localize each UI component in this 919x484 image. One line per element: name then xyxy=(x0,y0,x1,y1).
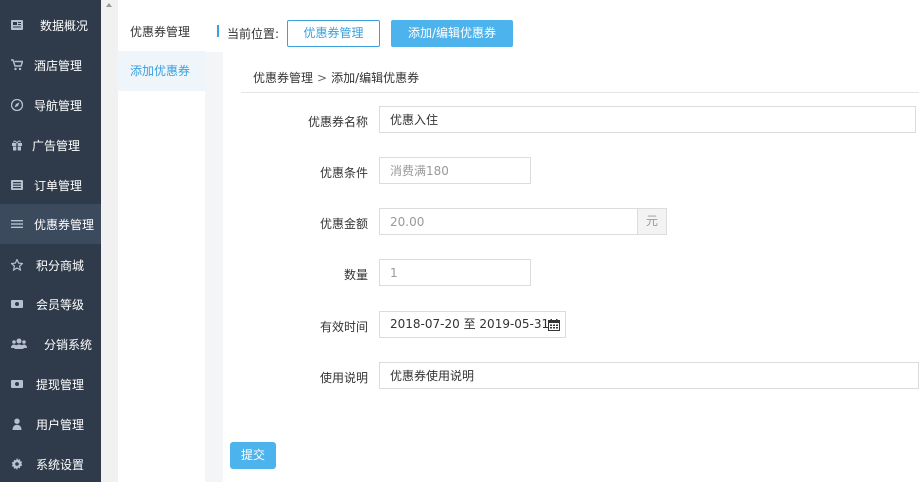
amount-label: 优惠金额 xyxy=(319,217,368,231)
sidebar-item-coupons[interactable]: 优惠券管理 xyxy=(0,204,101,244)
sidebar-item-label: 用户管理 xyxy=(36,417,85,432)
sidebar-item-label: 订单管理 xyxy=(34,178,83,193)
sidebar-item-label: 优惠券管理 xyxy=(34,217,95,232)
sidebar-item-label: 系统设置 xyxy=(36,457,85,472)
description-input[interactable] xyxy=(379,362,919,389)
sidebar-item-users[interactable]: 用户管理 xyxy=(0,404,101,444)
sidebar-item-points-mall[interactable]: 积分商城 xyxy=(0,245,101,285)
form-panel: 优惠券管理 >添加/编辑优惠券 优惠券名称 优惠条件 优惠金额 元 数量 有效时间… xyxy=(223,52,919,482)
sidebar-item-hotel[interactable]: 酒店管理 xyxy=(0,45,101,85)
quantity-label: 数量 xyxy=(343,268,368,282)
cart-icon xyxy=(10,58,24,72)
location-marker xyxy=(217,25,219,37)
sidebar-item-withdrawal[interactable]: 提现管理 xyxy=(0,364,101,404)
valid-time-label: 有效时间 xyxy=(319,320,368,334)
valid-time-end: 2019-05-31 xyxy=(479,317,550,331)
breadcrumb-separator: > xyxy=(317,71,328,85)
sidebar-item-distribution[interactable]: 分销系统 xyxy=(0,324,101,364)
coupon-name-input[interactable] xyxy=(379,106,916,133)
amount-input[interactable] xyxy=(379,208,638,235)
valid-time-separator: 至 xyxy=(463,317,476,331)
sidebar-item-label: 导航管理 xyxy=(34,98,83,113)
users-icon xyxy=(10,337,28,351)
sidebar-item-ads[interactable]: 广告管理 xyxy=(0,125,101,165)
list-box-icon xyxy=(10,178,24,192)
subnav-item-add-coupon[interactable]: 添加优惠券 xyxy=(118,51,205,91)
description-label: 使用说明 xyxy=(319,371,368,385)
menu-icon xyxy=(10,217,24,231)
main-sidebar: 数据概况 酒店管理 导航管理 广告管理 订单管理 优惠券管理 积分商城 会员等级… xyxy=(0,0,101,482)
sidebar-item-membership[interactable]: 会员等级 xyxy=(0,284,101,324)
sidebar-item-label: 分销系统 xyxy=(44,337,93,352)
sidebar-item-orders[interactable]: 订单管理 xyxy=(0,165,101,205)
gear-icon xyxy=(10,457,24,471)
submit-button[interactable]: 提交 xyxy=(230,442,276,469)
user-icon xyxy=(10,417,24,431)
top-bar: 当前位置: 优惠券管理 添加/编辑优惠券 xyxy=(205,0,919,52)
sidebar-item-dashboard[interactable]: 数据概况 xyxy=(0,5,101,45)
breadcrumb-parent[interactable]: 优惠券管理 xyxy=(253,71,313,85)
money-icon xyxy=(10,297,24,311)
amount-unit: 元 xyxy=(638,208,667,235)
location-label: 当前位置: xyxy=(227,27,280,41)
money-icon xyxy=(10,377,24,391)
sidebar-item-label: 广告管理 xyxy=(32,138,81,153)
condition-input[interactable] xyxy=(379,157,531,184)
calendar-icon[interactable] xyxy=(548,319,560,331)
star-icon xyxy=(10,258,24,272)
coupon-manage-button[interactable]: 优惠券管理 xyxy=(287,20,380,47)
main-content: 当前位置: 优惠券管理 添加/编辑优惠券 优惠券管理 > 添加/编辑优惠券 优惠券名… xyxy=(205,0,919,482)
sidebar-item-label: 提现管理 xyxy=(36,377,85,392)
sidebar-item-label: 数据概况 xyxy=(40,18,89,33)
quantity-input[interactable] xyxy=(379,259,531,286)
sidebar-item-label: 酒店管理 xyxy=(34,58,83,73)
add-edit-coupon-button[interactable]: 添加/编辑优惠券 xyxy=(391,20,513,47)
sidebar-item-label: 积分商城 xyxy=(36,258,85,273)
sidebar-item-navigation[interactable]: 导航管理 xyxy=(0,85,101,125)
condition-label: 优惠条件 xyxy=(319,166,368,180)
scroll-up-arrow-icon[interactable] xyxy=(106,3,112,7)
scrollbar[interactable] xyxy=(101,0,118,482)
divider xyxy=(241,92,919,93)
subnav-item-coupon-manage[interactable]: 优惠券管理 xyxy=(118,12,205,52)
breadcrumb-current: 添加/编辑优惠券 xyxy=(331,71,420,85)
valid-time-range-input[interactable]: 2018-07-20 至 2019-05-31 xyxy=(379,311,566,338)
compass-icon xyxy=(10,98,24,112)
sidebar-item-label: 会员等级 xyxy=(36,297,85,312)
valid-time-start: 2018-07-20 xyxy=(390,317,460,331)
sub-navigation: 优惠券管理 添加优惠券 xyxy=(118,0,205,482)
coupon-name-label: 优惠券名称 xyxy=(307,115,368,129)
sidebar-item-settings[interactable]: 系统设置 xyxy=(0,444,101,484)
newspaper-icon xyxy=(10,18,24,32)
gift-icon xyxy=(10,138,24,152)
breadcrumb: 优惠券管理 > 添加/编辑优惠券 xyxy=(253,69,419,86)
